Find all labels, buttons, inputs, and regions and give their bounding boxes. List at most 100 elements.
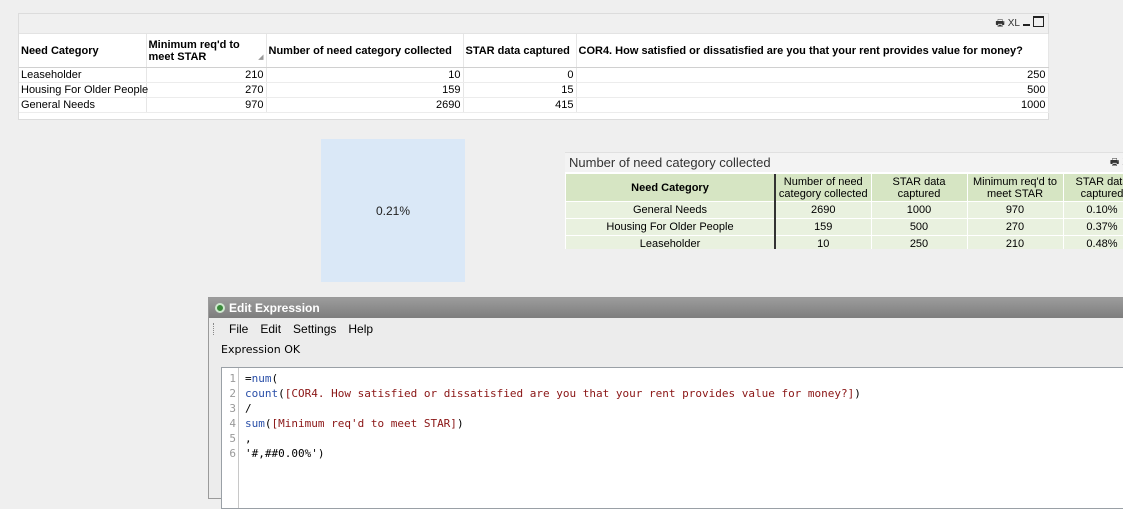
header-number-collected[interactable]: Number of need category collected: [266, 34, 464, 68]
code-token: /: [245, 402, 252, 415]
cell[interactable]: General Needs: [566, 201, 776, 219]
print-icon[interactable]: 🖶: [995, 17, 1004, 30]
cell: 0: [463, 67, 577, 83]
code-token: ,: [245, 432, 252, 445]
cell: 210: [967, 235, 1064, 249]
header-number-collected[interactable]: Number of need category collected: [775, 174, 872, 202]
cell: 0.48%: [1063, 235, 1123, 249]
cell: 270: [146, 82, 267, 98]
cell[interactable]: Leaseholder: [19, 67, 147, 83]
header-label: Minimum req'd to meet STAR: [148, 38, 240, 63]
caption-icons: 🖶 XL: [995, 16, 1044, 31]
cell: 210: [146, 67, 267, 83]
code-line[interactable]: count([COR4. How satisfied or dissatisfi…: [245, 386, 861, 401]
table-caption-bar: 🖶 XL: [19, 14, 1048, 34]
menu-help[interactable]: Help: [342, 322, 379, 336]
code-token: (: [271, 372, 279, 385]
cell: 250: [871, 235, 968, 249]
menu-edit[interactable]: Edit: [254, 322, 287, 336]
header-need-category[interactable]: Need Category: [566, 174, 776, 202]
dialog-title: Edit Expression: [229, 301, 320, 315]
line-number: 5: [229, 432, 236, 445]
table-row[interactable]: Leaseholder 10 250 210 0.48%: [566, 235, 1123, 249]
sort-icon: ◢: [258, 54, 264, 61]
cell: 2690: [775, 201, 872, 219]
header-need-category[interactable]: Need Category: [19, 34, 147, 68]
header-star-captured[interactable]: STAR data captured: [463, 34, 577, 68]
print-icon[interactable]: 🖶: [1110, 156, 1119, 169]
table-row[interactable]: Housing For Older People 270 159 15 500: [19, 82, 1049, 98]
edit-expression-dialog: Edit Expression File Edit Settings Help …: [208, 297, 1123, 509]
cell[interactable]: Housing For Older People: [19, 82, 148, 98]
table-row[interactable]: Leaseholder 210 10 0 250: [19, 67, 1049, 83]
cell[interactable]: Housing For Older People: [566, 218, 776, 236]
code-token: count: [245, 387, 279, 400]
code-line[interactable]: /: [245, 401, 861, 416]
cell: 10: [266, 67, 464, 83]
dialog-titlebar[interactable]: Edit Expression: [209, 298, 1123, 318]
code-token: (: [264, 417, 272, 430]
chart-title: Number of need category collected: [569, 155, 771, 170]
minimize-icon[interactable]: [1023, 17, 1030, 30]
cell: 1000: [871, 201, 968, 219]
straight-table: 🖶 XL Need Category Minimum req'd to meet…: [18, 13, 1049, 120]
table-header-row: Need Category Number of need category co…: [566, 174, 1123, 202]
code-token: [Minimum req'd to meet STAR]: [271, 417, 457, 430]
cell: 270: [967, 218, 1064, 236]
cell: 159: [266, 82, 464, 98]
cell: 159: [775, 218, 872, 236]
table-header-row: Need Category Minimum req'd to meet STAR…: [19, 34, 1049, 68]
cell: 2690: [266, 97, 464, 113]
chart-data-table: Need Category Number of need category co…: [566, 174, 1123, 249]
header-minimum-reqd[interactable]: Minimum req'd to meet STAR: [967, 174, 1064, 202]
app-icon: [215, 303, 225, 313]
menu-file[interactable]: File: [223, 322, 254, 336]
kpi-value: 0.21%: [375, 203, 411, 218]
expression-status: Expression OK: [221, 343, 301, 356]
cell: 0.37%: [1063, 218, 1123, 236]
maximize-icon[interactable]: [1033, 16, 1044, 31]
header-cor4[interactable]: COR4. How satisfied or dissatisfied are …: [576, 34, 1049, 68]
code-token: num: [251, 372, 272, 385]
cell: 500: [576, 82, 1049, 98]
cell: 250: [576, 67, 1049, 83]
chart-title-bar: Number of need category collected 🖶 X: [565, 153, 1123, 172]
line-number: 4: [229, 417, 236, 430]
cell: 970: [146, 97, 267, 113]
xl-icon[interactable]: XL: [1008, 17, 1020, 30]
code-token: ): [854, 387, 861, 400]
expression-editor[interactable]: 123456 =num(count([COR4. How satisfied o…: [221, 367, 1123, 509]
line-number-gutter: 1 2 3 4 5 6: [222, 368, 239, 508]
top-data-table: Need Category Minimum req'd to meet STAR…: [19, 34, 1049, 113]
need-category-chart: Number of need category collected 🖶 X Ne…: [565, 152, 1123, 249]
code-line[interactable]: ,: [245, 431, 861, 446]
expression-code[interactable]: =num(count([COR4. How satisfied or dissa…: [239, 368, 861, 508]
cell: 1000: [576, 97, 1049, 113]
code-line[interactable]: =num(: [245, 371, 861, 386]
code-line[interactable]: sum([Minimum req'd to meet STAR]): [245, 416, 861, 431]
caption-icons: 🖶 X: [1110, 156, 1123, 169]
line-number: 6: [229, 447, 236, 460]
header-star-captured[interactable]: STAR data captured: [871, 174, 968, 202]
code-line[interactable]: '#,##0.00%'): [245, 446, 861, 461]
menu-bar: File Edit Settings Help: [209, 318, 1123, 340]
table-row[interactable]: General Needs 970 2690 415 1000: [19, 97, 1049, 113]
code-token: =: [245, 372, 252, 385]
cell[interactable]: General Needs: [19, 97, 147, 113]
table-row[interactable]: Housing For Older People 159 500 270 0.3…: [566, 218, 1123, 236]
toolbar-grip-icon[interactable]: [213, 323, 217, 335]
code-token: (: [278, 387, 285, 400]
table-row[interactable]: General Needs 2690 1000 970 0.10%: [566, 201, 1123, 219]
menu-settings[interactable]: Settings: [287, 322, 342, 336]
header-star-captured-pct[interactable]: STAR data captured: [1063, 174, 1123, 202]
cell: 970: [967, 201, 1064, 219]
cell: 10: [775, 235, 872, 249]
code-token: [COR4. How satisfied or dissatisfied are…: [284, 387, 855, 400]
header-minimum-reqd[interactable]: Minimum req'd to meet STAR ◢: [146, 34, 267, 68]
code-token: ): [317, 447, 325, 460]
kpi-text-box[interactable]: 0.21%: [321, 139, 465, 282]
line-number: 2: [229, 387, 236, 400]
line-number: 1: [229, 372, 236, 385]
code-token: ): [456, 417, 464, 430]
cell[interactable]: Leaseholder: [566, 235, 776, 249]
